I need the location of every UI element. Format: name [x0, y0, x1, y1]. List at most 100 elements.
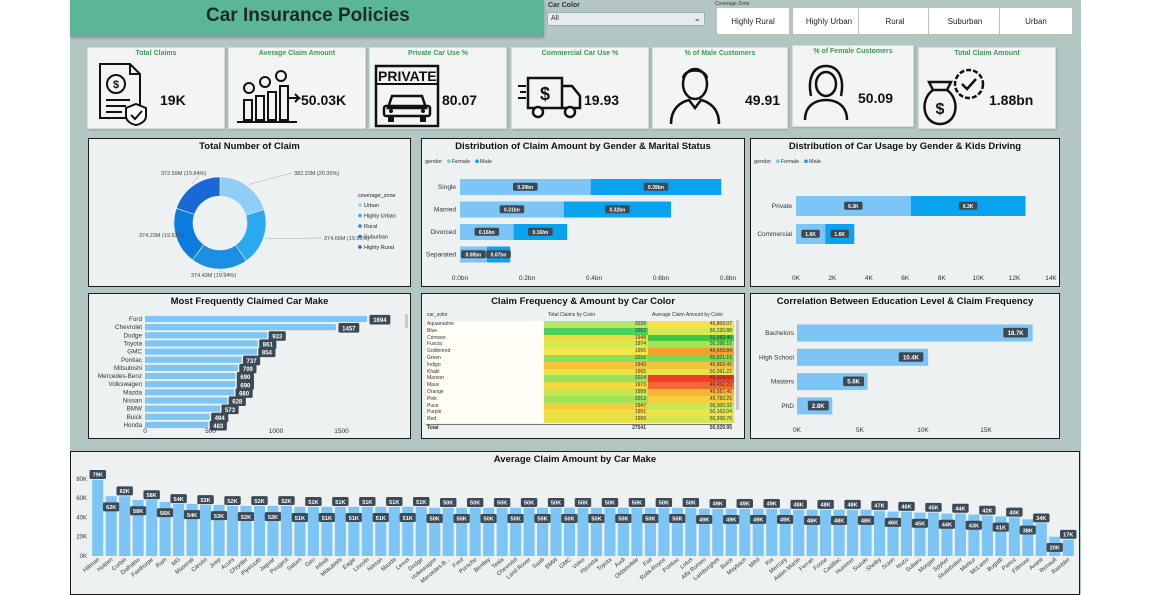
donut-data-label: 374.43M (19.94%): [191, 273, 236, 279]
data-label: 0.08bn: [465, 252, 481, 258]
car-color-dropdown[interactable]: All ⌄: [547, 12, 705, 26]
table-row[interactable]: Green 2016 50,821.15: [426, 355, 734, 362]
donut-data-label: 374.66M (19.95%): [324, 236, 369, 242]
bar: [145, 340, 258, 347]
table-row[interactable]: Mauv 1973 49,452.23: [426, 382, 734, 389]
table-header-total-claims[interactable]: Total Claims by Color: [548, 312, 595, 320]
data-label: 54K: [187, 513, 197, 519]
data-label: 0.16bn: [479, 230, 495, 236]
table-cell: 50,398.16: [648, 341, 734, 349]
bar: [739, 508, 751, 556]
data-label: 48K: [847, 503, 857, 509]
table-row[interactable]: Maroon 2014 49,304.50: [426, 375, 734, 383]
table-cell: 1974: [544, 341, 648, 349]
table-cell: 1947: [544, 402, 648, 410]
scrollbar-thumb[interactable]: [736, 320, 739, 410]
data-label: 50K: [672, 517, 682, 523]
bar: [793, 509, 805, 556]
data-label: 38K: [1023, 528, 1033, 534]
x-axis-label: Toyota: [596, 556, 614, 572]
table-row[interactable]: Purple 1951 50,163.04: [426, 409, 734, 417]
bar: [145, 356, 242, 363]
kpi-value: 49.91: [745, 92, 781, 108]
data-label: 0.39bn: [648, 185, 664, 191]
coverage-button-urban[interactable]: Urban: [999, 7, 1073, 35]
data-label: 46K: [888, 521, 898, 527]
bar: [145, 364, 238, 371]
table-cell: 2013: [544, 395, 648, 403]
coverage-button-highly-urban[interactable]: Highly Urban: [792, 7, 866, 35]
data-label: 51K: [416, 500, 426, 506]
bar: [307, 506, 319, 556]
legend-item-highly-rural: Highly Rural: [364, 245, 394, 251]
x-axis-label: Mazda: [380, 556, 398, 572]
gender-marital-bar-chart: gender Female Male Single 0.39bn 0.39bn Marrie…: [425, 159, 737, 282]
panel-total-number-of-claim: Total Number of Claim 382.23M (20.35%) 37…: [88, 138, 411, 287]
data-label: 50K: [686, 501, 696, 507]
table-row[interactable]: Puce 1947 50,300.32: [426, 402, 734, 410]
table-cell: Crimson: [426, 334, 544, 342]
coverage-button-highly-rural[interactable]: Highly Rural: [716, 7, 790, 35]
data-label: 1457: [342, 326, 356, 332]
data-label: 50K: [484, 517, 494, 523]
table-cell: Puce: [426, 402, 544, 410]
data-label: 0.16bn: [532, 230, 548, 236]
bar: [847, 509, 859, 556]
bar: [1062, 539, 1074, 556]
table-cell: Orange: [426, 389, 544, 396]
table-cell: Maroon: [426, 375, 544, 383]
bar: [496, 507, 508, 556]
bar: [145, 413, 210, 420]
claim-document-icon: $: [99, 63, 147, 126]
bar: [200, 504, 212, 556]
table-row[interactable]: Pink 2013 49,783.25: [426, 395, 734, 403]
coverage-button-rural[interactable]: Rural: [858, 7, 932, 35]
data-label: 79K: [93, 473, 103, 479]
x-tick-label: 0.6bn: [653, 275, 670, 282]
table-row[interactable]: Fuscia 1974 50,398.16: [426, 341, 734, 349]
usage-gender-bar-chart: gender Female Male Private 6.3K 6.3K Commercia…: [754, 159, 1057, 282]
y-axis-label: Dodge: [123, 332, 142, 339]
data-label: 52K: [227, 499, 237, 505]
table-cell: 1951: [544, 409, 648, 417]
x-axis-label: Saturn: [286, 557, 303, 573]
data-label: 51K: [322, 516, 332, 522]
bar: [981, 515, 993, 556]
bar: [820, 509, 832, 556]
data-label: 52K: [254, 499, 264, 505]
bar: [712, 508, 724, 556]
bar: [119, 496, 131, 556]
table-row[interactable]: Red 1969 50,206.76: [426, 416, 734, 423]
data-label: 45K: [928, 506, 938, 512]
coverage-button-suburban[interactable]: Suburban: [928, 7, 1002, 35]
y-axis-label: Chevrolet: [115, 324, 142, 331]
scrollbar-thumb[interactable]: [405, 314, 408, 328]
table-cell: 2014: [544, 375, 648, 383]
table-row[interactable]: Indigo 1943 49,869.45: [426, 361, 734, 369]
data-label: 50K: [605, 501, 615, 507]
table-row[interactable]: Blue 2062 50,220.88: [426, 327, 734, 335]
data-label: 50K: [632, 501, 642, 507]
data-label: 45K: [915, 522, 925, 528]
table-header-color[interactable]: car_color: [427, 312, 448, 320]
data-label: 1.6K: [805, 232, 816, 238]
legend-dot: [358, 234, 362, 239]
table-row[interactable]: Khaki 1965 50,091.22: [426, 368, 734, 376]
table-cell: Aquamarine: [426, 321, 544, 328]
kpi-card-total-claim-amount: Total Claim Amount $ 1.88bn: [918, 47, 1056, 129]
data-label: 50K: [537, 517, 547, 523]
table-row[interactable]: Aquamarine 2028 49,809.07: [426, 321, 734, 328]
table-row[interactable]: Goldenrod 1956 49,659.84: [426, 348, 734, 355]
x-tick-label: 0: [143, 428, 147, 435]
data-label: 48K: [807, 519, 817, 525]
table-row[interactable]: Orange 1999 49,587.45: [426, 389, 734, 396]
data-label: 50K: [578, 501, 588, 507]
data-label: 51K: [308, 500, 318, 506]
y-axis-label: Masters: [771, 379, 795, 386]
table-row[interactable]: Crimson 1948 51,582.40: [426, 334, 734, 342]
kpi-card-female-customers: % of Female Customers 50.09: [792, 45, 914, 127]
table-header-avg-claim[interactable]: Average Claim Amount by Color: [652, 312, 723, 320]
bar: [92, 479, 104, 556]
bar-growth-icon: [237, 70, 302, 123]
table-cell: 49,659.84: [648, 348, 734, 355]
